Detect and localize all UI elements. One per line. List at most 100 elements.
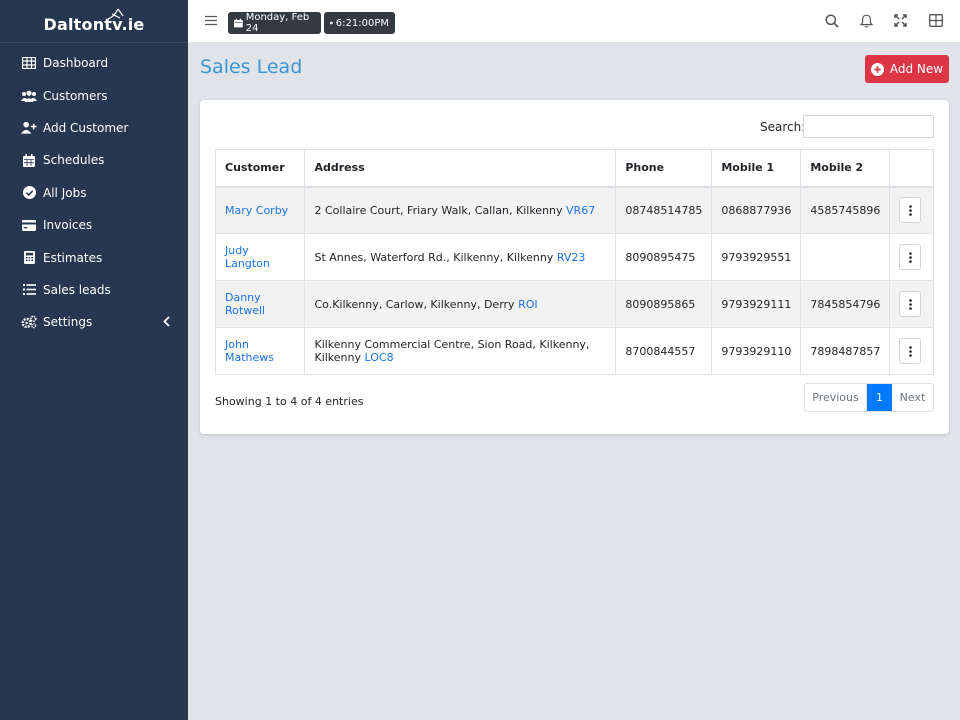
mobile2-cell: 7845854796 (800, 280, 891, 328)
table-row: Judy Langton St Annes, Waterford Rd., Ki… (214, 233, 934, 281)
add-new-button[interactable]: Add New (865, 55, 949, 83)
add-new-label: Add New (889, 62, 944, 76)
area-code-link[interactable]: LOC8 (365, 351, 394, 364)
sidebar-item-schedules[interactable]: Schedules (0, 144, 188, 176)
search-label: Search: (760, 120, 806, 134)
mobile2-cell (800, 233, 891, 281)
customer-link[interactable]: Judy Langton (225, 244, 270, 270)
column-header-mobile-1[interactable]: Mobile 1 (711, 149, 802, 188)
sidebar-item-dashboard[interactable]: Dashboard (0, 47, 188, 79)
fullscreen-icon[interactable] (894, 14, 908, 28)
entries-info: Showing 1 to 4 of 4 entries (215, 395, 364, 408)
address-text: Kilkenny Commercial Centre, Sion Road, K… (314, 338, 590, 364)
calendar-icon (234, 18, 243, 28)
row-actions-button[interactable] (899, 197, 922, 224)
credit-card-icon (21, 217, 37, 233)
column-header-phone[interactable]: Phone (615, 149, 713, 188)
search-input[interactable] (803, 115, 934, 138)
phone-cell: 08748514785 (615, 186, 713, 234)
area-code-link[interactable]: RV23 (557, 251, 586, 264)
date-text: Monday, Feb 24 (245, 12, 310, 34)
chevron-left-icon[interactable] (163, 316, 170, 330)
grid-icon[interactable] (929, 14, 943, 28)
sidebar-item-sales-leads[interactable]: Sales leads (0, 274, 188, 306)
sidebar: Daltontv.ie Dashboard Customers Add Cust… (0, 0, 188, 720)
phone-cell: 8090895475 (615, 233, 713, 281)
sidebar-item-invoices[interactable]: Invoices (0, 209, 188, 241)
row-actions-button[interactable] (899, 244, 922, 270)
users-icon (21, 88, 37, 104)
vertical-ellipsis-icon (909, 204, 912, 216)
sidebar-nav: Dashboard Customers Add Customer Schedul… (0, 43, 188, 339)
phone-cell: 8700844557 (615, 327, 713, 375)
sidebar-item-label: Sales leads (43, 282, 111, 297)
clock-icon (330, 21, 333, 25)
cogs-icon (21, 314, 37, 330)
table-row: John Mathews Kilkenny Commercial Centre,… (214, 327, 934, 375)
vertical-ellipsis-icon (909, 298, 912, 310)
column-header-customer[interactable]: Customer (214, 149, 306, 188)
address-cell: 2 Collaire Court, Friary Walk, Callan, K… (304, 186, 617, 234)
mobile1-cell: 9793929111 (711, 280, 802, 328)
calendar-icon (21, 152, 37, 168)
mobile2-cell: 7898487857 (800, 327, 891, 375)
brand-logo-text: Daltontv.ie (43, 14, 145, 34)
hamburger-menu-icon[interactable] (205, 15, 217, 27)
mobile2-cell: 4585745896 (800, 186, 891, 234)
pagination: Previous 1 Next (804, 383, 934, 412)
vertical-ellipsis-icon (909, 251, 912, 263)
customer-link[interactable]: John Mathews (225, 338, 274, 364)
mobile1-cell: 9793929551 (711, 233, 802, 281)
sidebar-item-label: Invoices (43, 218, 93, 233)
sidebar-item-label: Add Customer (43, 120, 129, 135)
column-header-address[interactable]: Address (304, 149, 617, 188)
sidebar-item-estimates[interactable]: Estimates (0, 241, 188, 273)
sidebar-item-label: Estimates (43, 250, 103, 265)
calculator-icon (21, 250, 37, 266)
address-text: Co.Kilkenny, Carlow, Kilkenny, Derry (314, 297, 515, 311)
brand[interactable]: Daltontv.ie (0, 0, 188, 43)
mobile1-cell: 0868877936 (711, 186, 802, 234)
sidebar-item-add-customer[interactable]: Add Customer (0, 112, 188, 144)
phone-cell: 8090895865 (615, 280, 713, 328)
sidebar-item-label: Settings (43, 315, 93, 330)
sales-lead-table: Customer Address Phone Mobile 1 Mobile 2… (214, 149, 934, 375)
address-text: 2 Collaire Court, Friary Walk, Callan, K… (314, 203, 563, 217)
sidebar-item-label: Customers (43, 88, 108, 103)
area-code-link[interactable]: VR67 (566, 204, 595, 217)
address-cell: Co.Kilkenny, Carlow, Kilkenny, Derry ROI (304, 280, 617, 328)
list-icon (21, 282, 37, 298)
sidebar-item-all-jobs[interactable]: All Jobs (0, 177, 188, 209)
bell-icon[interactable] (859, 14, 874, 28)
time-badge: 6:21:00PM (324, 12, 395, 34)
next-page-button[interactable]: Next (892, 384, 933, 411)
mobile1-cell: 9793929110 (711, 327, 802, 375)
top-bar: Monday, Feb 24 6:21:00PM (188, 0, 960, 43)
date-badge: Monday, Feb 24 (228, 12, 321, 34)
page-title: Sales Lead (200, 56, 303, 78)
customer-link[interactable]: Mary Corby (225, 204, 288, 217)
previous-page-button[interactable]: Previous (805, 384, 867, 411)
area-code-link[interactable]: ROI (518, 298, 538, 311)
sidebar-item-settings[interactable]: Settings (0, 306, 188, 338)
user-plus-icon (21, 120, 37, 136)
customer-link[interactable]: Danny Rotwell (225, 291, 265, 317)
vertical-ellipsis-icon (909, 345, 912, 357)
sidebar-item-customers[interactable]: Customers (0, 79, 188, 111)
table-header-row: Customer Address Phone Mobile 1 Mobile 2 (214, 149, 934, 188)
page-1-button[interactable]: 1 (867, 384, 892, 411)
row-actions-button[interactable] (899, 291, 922, 317)
address-cell: St Annes, Waterford Rd., Kilkenny, Kilke… (304, 233, 617, 281)
time-text: 6:21:00PM (335, 17, 389, 29)
search-icon[interactable] (825, 14, 839, 28)
column-header-mobile-2[interactable]: Mobile 2 (800, 149, 891, 188)
plus-circle-icon (870, 62, 884, 76)
table-row: Danny Rotwell Co.Kilkenny, Carlow, Kilke… (214, 280, 934, 328)
dashboard-icon (21, 55, 37, 71)
address-cell: Kilkenny Commercial Centre, Sion Road, K… (304, 327, 617, 375)
sidebar-item-label: Schedules (43, 153, 105, 168)
table-row: Mary Corby 2 Collaire Court, Friary Walk… (214, 186, 934, 234)
sidebar-item-label: All Jobs (43, 185, 87, 200)
column-header-actions (889, 149, 934, 188)
row-actions-button[interactable] (899, 338, 922, 364)
